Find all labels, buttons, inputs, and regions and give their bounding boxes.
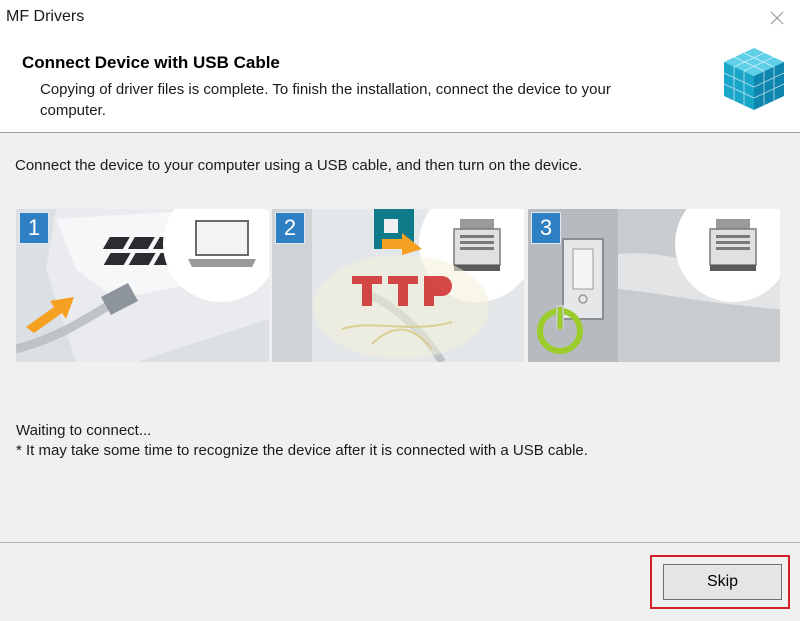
status-note-text: * It may take some time to recognize the…: [16, 442, 588, 459]
page-title: Connect Device with USB Cable: [22, 53, 280, 72]
step-3-panel: 3: [528, 209, 780, 362]
step-2-panel: 2: [272, 209, 524, 362]
step-3-badge: 3: [531, 212, 561, 244]
step-1-badge: 1: [19, 212, 49, 244]
power-switch-icon: [528, 209, 780, 362]
steps-illustration: 1 2 3: [16, 209, 780, 362]
instruction-text: Connect the device to your computer usin…: [15, 157, 583, 174]
close-button[interactable]: [754, 0, 800, 36]
skip-button[interactable]: Skip: [663, 564, 782, 600]
printer-usb-port-icon: [272, 209, 524, 362]
mf-drivers-window: MF Drivers Connect Device with USB Cable…: [0, 0, 800, 621]
title-bar: MF Drivers: [0, 0, 800, 36]
window-title: MF Drivers: [6, 8, 85, 25]
status-waiting-text: Waiting to connect...: [16, 422, 152, 439]
close-icon: [770, 11, 784, 25]
step-2-badge: 2: [275, 212, 305, 244]
header-description: Copying of driver files is complete. To …: [40, 81, 611, 119]
cube-logo-icon: [723, 48, 785, 110]
laptop-usb-icon: [16, 209, 269, 362]
step-1-panel: 1: [16, 209, 269, 362]
header-panel: Connect Device with USB Cable Copying of…: [0, 36, 800, 133]
footer-divider: [0, 542, 800, 543]
